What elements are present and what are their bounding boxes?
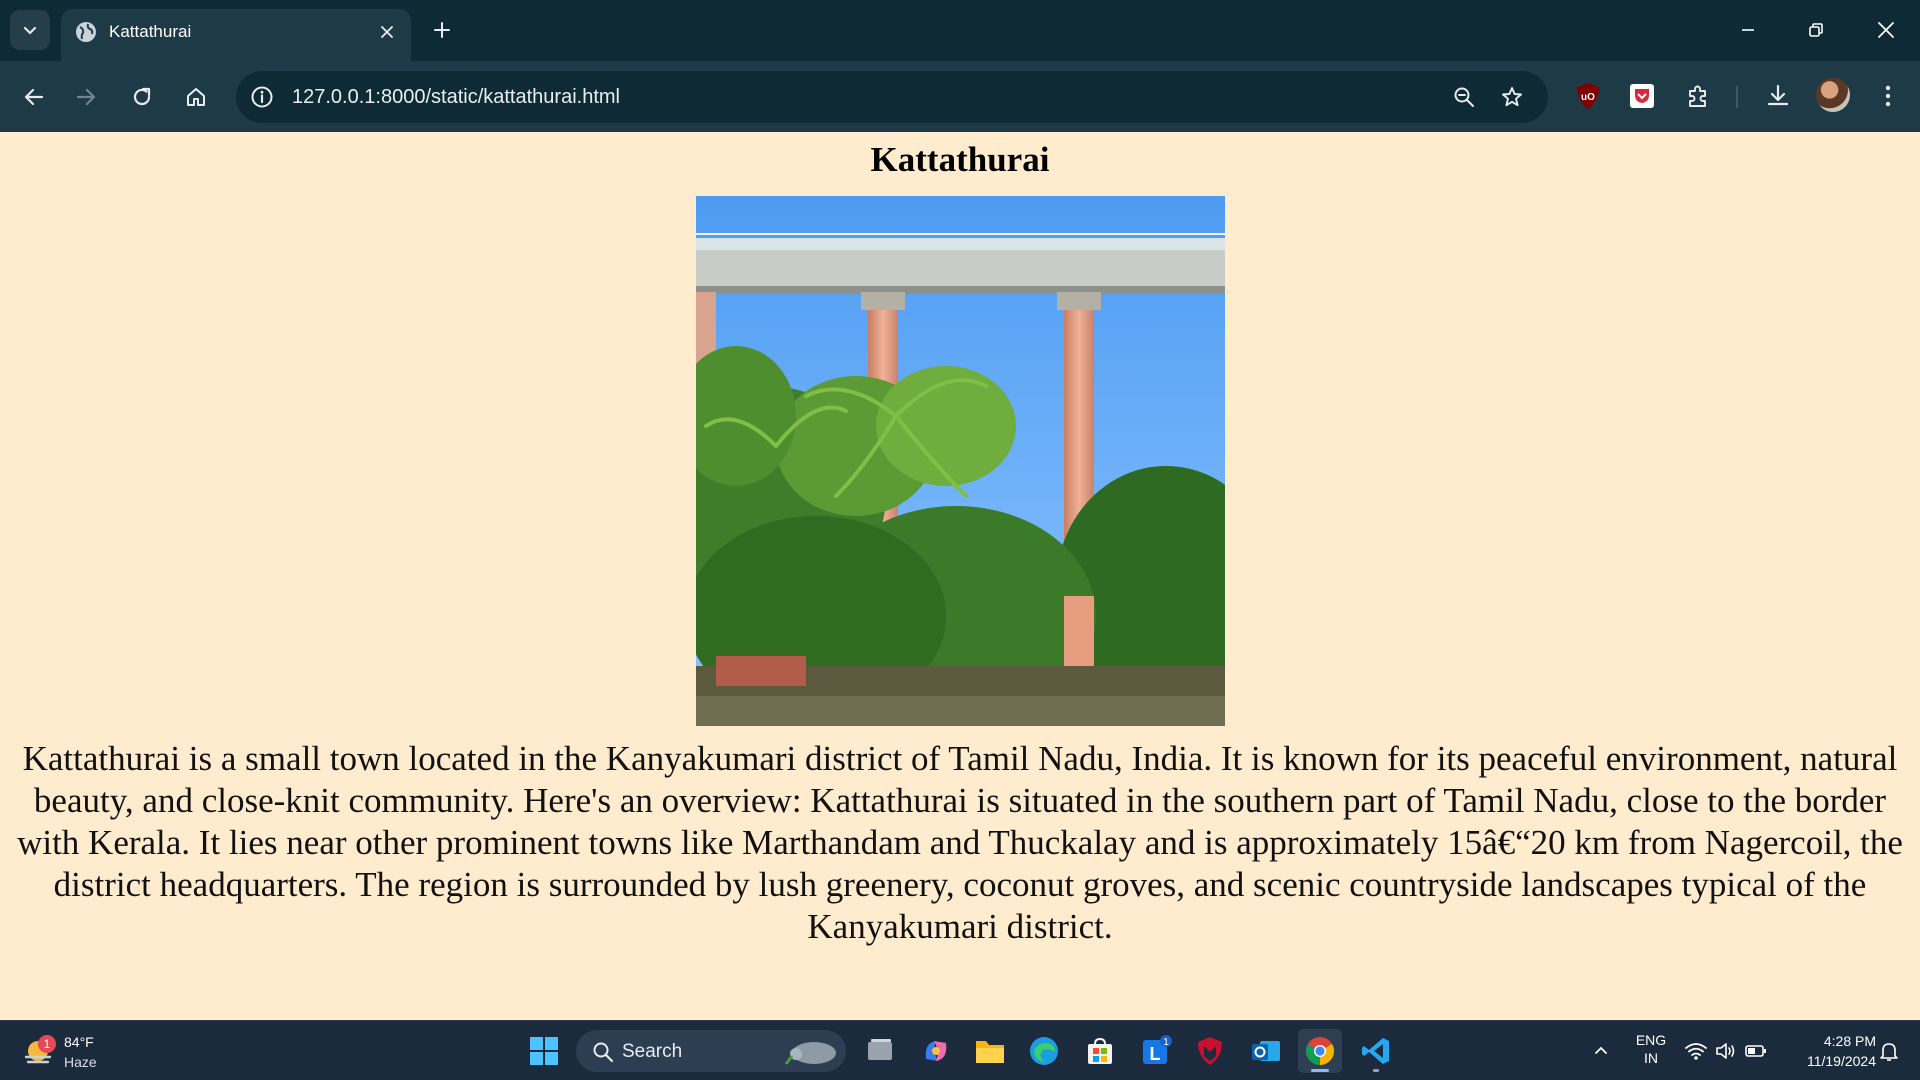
linkedin-badge: 1 [1163,1037,1169,1048]
copilot-button[interactable] [914,1029,958,1073]
page-title: Kattathurai [870,140,1050,179]
browser-menu-button[interactable] [1870,78,1906,114]
home-button[interactable] [178,79,214,115]
arrow-left-icon [24,88,44,106]
notification-center-button[interactable] [1876,1038,1902,1064]
site-info-icon[interactable] [250,85,274,109]
chrome-icon [1306,1037,1334,1065]
forward-button[interactable] [68,79,104,115]
show-hidden-icons-button[interactable] [1588,1037,1614,1063]
wifi-icon [1685,1043,1707,1060]
plus-icon [434,22,450,38]
task-view-icon [868,1039,892,1060]
chevron-up-icon [1595,1046,1607,1054]
clock-time: 4:28 PM [1823,1033,1876,1049]
reload-icon [133,87,151,106]
pocket-extension-button[interactable] [1624,78,1660,114]
zoom-out-icon [1454,87,1474,107]
start-button[interactable] [522,1029,566,1073]
url-text[interactable]: 127.0.0.1:8000/static/kattathurai.html [292,85,620,109]
battery-icon [1745,1045,1766,1057]
volume-icon [1716,1043,1735,1059]
weather-condition: Haze [64,1054,97,1070]
svg-text:L: L [1150,1044,1161,1064]
windows-taskbar: 1 84°F Haze Search L1 ENG IN 4:28 PM 11/… [0,1020,1920,1080]
weather-widget[interactable]: 1 84°F Haze [20,1029,120,1073]
edge-button[interactable] [1022,1029,1066,1073]
new-tab-button[interactable] [428,16,456,44]
store-icon [1088,1037,1112,1064]
linkedin-icon: L1 [1143,1035,1172,1064]
profile-avatar[interactable] [1816,78,1850,112]
restore-icon [1809,23,1823,37]
language-code: ENG [1635,1032,1667,1048]
folder-icon [976,1041,1004,1063]
home-icon [187,88,205,106]
ublock-icon: uO [1577,83,1599,109]
pocket-icon [1630,84,1654,108]
weather-temperature: 84°F [64,1034,94,1050]
browser-tab-active[interactable]: Kattathurai [61,9,411,61]
download-icon [1767,84,1789,106]
outlook-icon [1252,1041,1280,1061]
address-bar[interactable]: 127.0.0.1:8000/static/kattathurai.html [236,71,1548,123]
bookmark-button[interactable] [1498,83,1526,111]
language-indicator[interactable]: ENG IN [1630,1031,1672,1067]
reload-button[interactable] [124,79,160,115]
browser-tab-strip: Kattathurai [0,0,1920,61]
search-icon [593,1042,614,1063]
mcafee-shield-icon [1198,1037,1222,1065]
globe-icon [76,22,96,42]
taskbar-clock[interactable]: 4:28 PM 11/19/2024 [1780,1031,1876,1071]
chrome-button[interactable] [1298,1029,1342,1073]
ublock-extension-button[interactable]: uO [1570,78,1606,114]
web-page: Kattathurai Kattathurai is a small town … [0,132,1920,1020]
page-description: Kattathurai is a small town located in t… [17,739,1903,946]
edge-icon [1030,1037,1058,1065]
search-label: Search [622,1041,683,1062]
close-icon [381,26,393,38]
kattathurai-aqueduct-photo [696,196,1225,726]
file-explorer-button[interactable] [968,1029,1012,1073]
chrome-active-indicator [1311,1069,1329,1072]
zoom-button[interactable] [1450,83,1478,111]
vscode-button[interactable] [1354,1029,1398,1073]
minimize-button[interactable] [1724,10,1772,50]
svg-text:uO: uO [1581,92,1595,103]
close-icon [1878,22,1894,38]
downloads-button[interactable] [1760,78,1796,114]
microsoft-store-button[interactable] [1078,1029,1122,1073]
star-icon [1502,87,1522,107]
tab-search-button[interactable] [10,10,50,50]
restore-button[interactable] [1792,10,1840,50]
bell-icon [1880,1043,1898,1061]
close-window-button[interactable] [1862,10,1910,50]
taskbar-search[interactable]: Search [576,1030,846,1072]
mcafee-button[interactable] [1188,1029,1232,1073]
windows-logo-icon [530,1037,558,1065]
puzzle-icon [1689,85,1706,107]
system-tray-icons[interactable] [1684,1039,1770,1063]
task-view-button[interactable] [858,1029,902,1073]
search-highlight-icon [784,1042,836,1065]
tab-close-button[interactable] [375,20,399,44]
vscode-icon [1362,1038,1389,1064]
vscode-running-indicator [1373,1069,1379,1072]
minimize-icon [1742,29,1754,31]
linkedin-button[interactable]: L1 [1134,1029,1178,1073]
arrow-right-icon [76,88,96,106]
toolbar-separator [1736,86,1738,108]
outlook-button[interactable] [1244,1029,1288,1073]
weather-badge: 1 [38,1035,56,1053]
back-button[interactable] [16,79,52,115]
copilot-icon [925,1041,947,1061]
chevron-down-icon [23,26,37,35]
language-region: IN [1644,1050,1658,1066]
clock-date: 11/19/2024 [1806,1053,1876,1069]
browser-toolbar: 127.0.0.1:8000/static/kattathurai.html u… [0,61,1920,132]
extensions-button[interactable] [1680,78,1716,114]
tab-title: Kattathurai [109,22,192,41]
more-vertical-icon [1885,85,1891,107]
